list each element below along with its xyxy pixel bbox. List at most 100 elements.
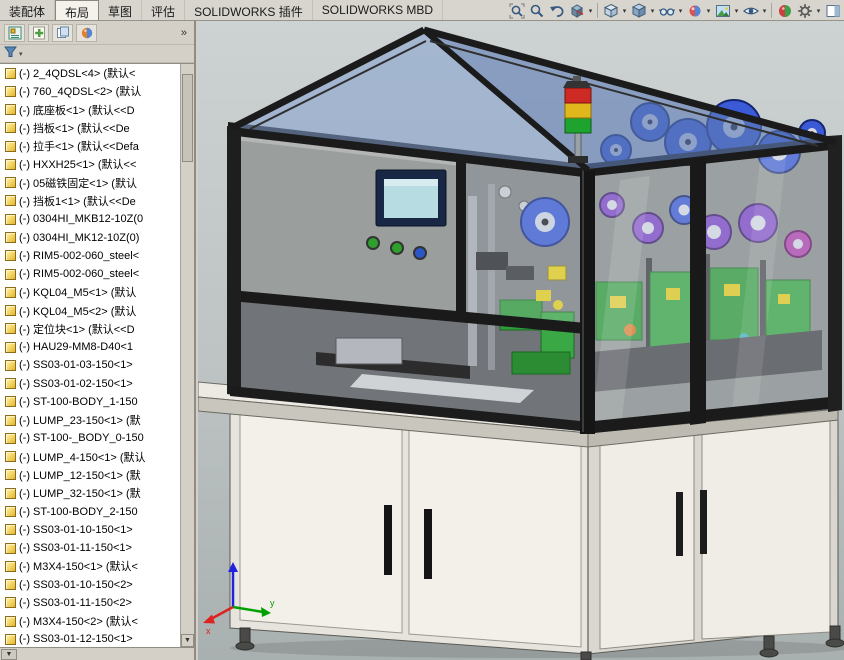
tree-item-label: (-) 挡板1<1> (默认<<De [19, 193, 136, 209]
apply-scene-icon[interactable] [713, 1, 732, 20]
propertymanager-tab-icon[interactable] [28, 24, 49, 42]
scroll-down-button[interactable]: ▼ [181, 634, 194, 647]
assembly-component-icon [5, 433, 16, 444]
tree-item[interactable]: (-) 0304HI_MK12-10Z(0) [0, 228, 180, 246]
caret-icon[interactable]: ▾ [761, 7, 768, 15]
display-panel[interactable] [376, 170, 446, 226]
tree-item[interactable]: (-) 挡板1<1> (默认<<De [0, 192, 180, 210]
feature-tree: (-) 2_4QDSL<4> (默认<(-) 760_4QDSL<2> (默认(… [0, 64, 180, 647]
displaymanager-tab-icon[interactable] [76, 24, 97, 42]
graphics-viewport[interactable]: x y [198, 21, 844, 660]
zoom-to-fit-icon[interactable] [507, 1, 526, 20]
caret-icon[interactable]: ▾ [677, 7, 684, 15]
assembly-component-icon [5, 269, 16, 280]
tree-item-label: (-) LUMP_32-150<1> (默 [19, 485, 141, 501]
tree-item-label: (-) HAU29-MM8-D40<1 [19, 341, 133, 353]
tree-item[interactable]: (-) HAU29-MM8-D40<1 [0, 338, 180, 356]
view-settings-icon[interactable] [741, 1, 760, 20]
tree-item[interactable]: (-) SS03-01-03-150<1> [0, 356, 180, 374]
tree-item[interactable]: (-) LUMP_4-150<1> (默认 [0, 448, 180, 466]
tree-item[interactable]: (-) KQL04_M5<2> (默认 [0, 301, 180, 319]
filter-funnel-icon[interactable] [4, 45, 17, 63]
section-view-icon[interactable] [567, 1, 586, 20]
tree-item[interactable]: (-) SS03-01-02-150<1> [0, 375, 180, 393]
assembly-component-icon [5, 451, 16, 462]
tree-item[interactable]: (-) SS03-01-10-150<1> [0, 521, 180, 539]
scrollbar-thumb[interactable] [182, 74, 193, 162]
caret-icon[interactable]: ▾ [649, 7, 656, 15]
caret-icon[interactable]: ▾ [733, 7, 740, 15]
tree-item[interactable]: (-) 定位块<1> (默认<<D [0, 320, 180, 338]
ribbon-tab-1[interactable]: 装配体 [0, 0, 55, 20]
ribbon-tab-5[interactable]: SOLIDWORKS 插件 [185, 0, 313, 20]
assembly-component-icon [5, 396, 16, 407]
panel-overflow-chevron[interactable]: » [181, 27, 190, 39]
caret-icon[interactable]: ▾ [621, 7, 628, 15]
previous-view-icon[interactable] [547, 1, 566, 20]
display-style-icon[interactable] [629, 1, 648, 20]
assembly-component-icon [5, 177, 16, 188]
featuremanager-tab-icon[interactable] [4, 24, 25, 42]
zoom-to-area-icon[interactable] [527, 1, 546, 20]
ribbon-tab-6[interactable]: SOLIDWORKS MBD [313, 0, 443, 20]
cad-model-machine[interactable]: x y [198, 21, 844, 660]
tree-item[interactable]: (-) LUMP_12-150<1> (默 [0, 466, 180, 484]
tree-item[interactable]: (-) SS03-01-11-150<2> [0, 594, 180, 612]
tree-item[interactable]: (-) SS03-01-10-150<2> [0, 575, 180, 593]
caret-icon[interactable]: ▾ [705, 7, 712, 15]
tree-item-label: (-) 0304HI_MK12-10Z(0) [19, 232, 139, 244]
panel-expand-button[interactable]: ▼ [1, 649, 17, 660]
tree-item[interactable]: (-) M3X4-150<2> (默认< [0, 612, 180, 630]
tree-item[interactable]: (-) 挡板<1> (默认<<De [0, 119, 180, 137]
tree-item-label: (-) SS03-01-12-150<1> [19, 633, 133, 645]
tree-item[interactable]: (-) M3X4-150<1> (默认< [0, 557, 180, 575]
configurationmanager-tab-icon[interactable] [52, 24, 73, 42]
tree-item-label: (-) M3X4-150<2> (默认< [19, 613, 138, 629]
assembly-component-icon [5, 305, 16, 316]
edit-appearance-icon[interactable] [685, 1, 704, 20]
tree-item-label: (-) LUMP_4-150<1> (默认 [19, 449, 146, 465]
task-pane-icon[interactable] [823, 1, 842, 20]
tree-item[interactable]: (-) ST-100-_BODY_0-150 [0, 429, 180, 447]
tree-item[interactable]: (-) 2_4QDSL<4> (默认< [0, 64, 180, 82]
ribbon-tab-4[interactable]: 评估 [142, 0, 185, 20]
assembly-component-icon [5, 232, 16, 243]
tree-item[interactable]: (-) 05磁铁固定<1> (默认 [0, 174, 180, 192]
tree-item-label: (-) M3X4-150<1> (默认< [19, 558, 138, 574]
tree-item-label: (-) LUMP_23-150<1> (默 [19, 412, 141, 428]
tree-item[interactable]: (-) KQL04_M5<1> (默认 [0, 283, 180, 301]
tree-item[interactable]: (-) LUMP_32-150<1> (默 [0, 484, 180, 502]
tree-item[interactable]: (-) SS03-01-11-150<1> [0, 539, 180, 557]
tree-item[interactable]: (-) SS03-01-12-150<1> [0, 630, 180, 647]
tree-item[interactable]: (-) ST-100-BODY_1-150 [0, 393, 180, 411]
tree-item-label: (-) SS03-01-10-150<1> [19, 524, 133, 536]
tree-item[interactable]: (-) 拉手<1> (默认<<Defa [0, 137, 180, 155]
filter-caret-icon[interactable]: ▾ [19, 50, 23, 58]
assembly-component-icon [5, 214, 16, 225]
tree-item[interactable]: (-) 0304HI_MKB12-10Z(0 [0, 210, 180, 228]
options-gear-icon[interactable] [795, 1, 814, 20]
tree-item[interactable]: (-) RIM5-002-060_steel< [0, 247, 180, 265]
tree-item-label: (-) SS03-01-10-150<2> [19, 579, 133, 591]
tree-item[interactable]: (-) ST-100-BODY_2-150 [0, 502, 180, 520]
tree-item-label: (-) ST-100-BODY_1-150 [19, 396, 138, 408]
tree-item[interactable]: (-) HXXH25<1> (默认<< [0, 155, 180, 173]
tree-item[interactable]: (-) 底座板<1> (默认<<D [0, 101, 180, 119]
assembly-component-icon [5, 68, 16, 79]
tree-item-label: (-) SS03-01-11-150<1> [19, 542, 132, 554]
tree-item[interactable]: (-) 760_4QDSL<2> (默认 [0, 82, 180, 100]
caret-icon[interactable]: ▾ [587, 7, 594, 15]
view-orientation-icon[interactable] [601, 1, 620, 20]
triad-x-label: x [206, 626, 211, 636]
realview-sphere-icon[interactable] [775, 1, 794, 20]
tree-vertical-scrollbar[interactable]: ▼ [180, 64, 194, 647]
tree-item[interactable]: (-) RIM5-002-060_steel< [0, 265, 180, 283]
ribbon-tab-2[interactable]: 布局 [55, 0, 99, 20]
tree-item-label: (-) 挡板<1> (默认<<De [19, 120, 130, 136]
tree-item[interactable]: (-) LUMP_23-150<1> (默 [0, 411, 180, 429]
ribbon-tab-3[interactable]: 草图 [99, 0, 142, 20]
hide-show-items-icon[interactable] [657, 1, 676, 20]
feature-tree-area: (-) 2_4QDSL<4> (默认<(-) 760_4QDSL<2> (默认(… [0, 63, 194, 648]
caret-icon[interactable]: ▾ [815, 7, 822, 15]
ribbon-tabs: 装配体布局草图评估SOLIDWORKS 插件SOLIDWORKS MBD [0, 0, 443, 20]
